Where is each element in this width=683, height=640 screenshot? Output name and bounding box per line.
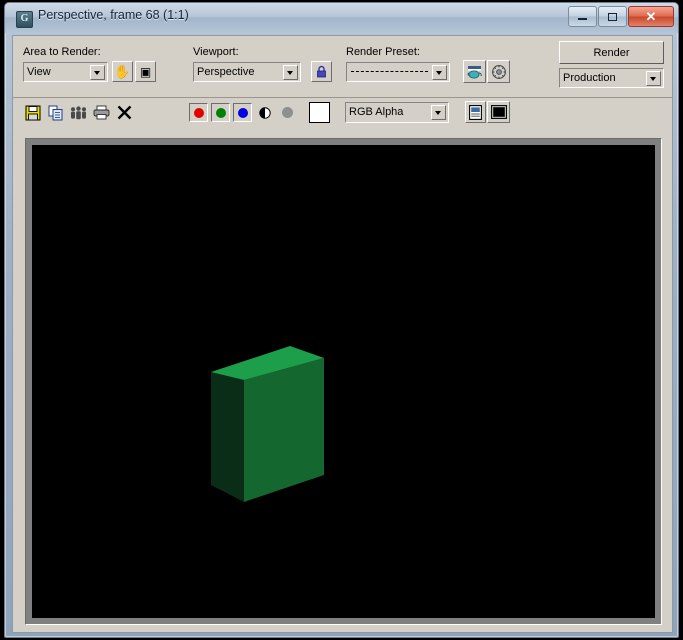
close-icon: ✕ bbox=[645, 8, 657, 24]
render-frame-window: G Perspective, frame 68 (1:1) ✕ Area to … bbox=[4, 2, 679, 638]
render-setup-button[interactable] bbox=[487, 60, 510, 83]
viewport-value: Perspective bbox=[197, 66, 255, 78]
teapot-preset-button[interactable] bbox=[463, 60, 486, 83]
copy-bitmap-button[interactable] bbox=[46, 103, 65, 122]
blue-channel-icon bbox=[237, 107, 248, 118]
toggle-ui-button[interactable] bbox=[465, 101, 486, 123]
red-channel-button[interactable] bbox=[189, 103, 208, 122]
channel-display-select[interactable]: RGB Alpha bbox=[345, 102, 449, 123]
window-controls: ✕ bbox=[567, 6, 674, 27]
window-title: Perspective, frame 68 (1:1) bbox=[38, 8, 189, 22]
chevron-down-icon[interactable] bbox=[646, 70, 661, 86]
lock-icon bbox=[317, 65, 326, 78]
monochrome-button[interactable] bbox=[278, 103, 297, 122]
pan-region-button[interactable]: ✋ bbox=[112, 61, 133, 82]
clear-bitmap-button[interactable] bbox=[115, 103, 134, 122]
area-to-render-label: Area to Render: bbox=[23, 46, 101, 58]
blue-channel-button[interactable] bbox=[233, 103, 252, 122]
auto-region-button[interactable]: ▣ bbox=[135, 61, 156, 82]
print-bitmap-button[interactable] bbox=[92, 103, 111, 122]
monochrome-icon bbox=[282, 107, 293, 118]
clone-icon bbox=[71, 105, 86, 119]
close-button[interactable]: ✕ bbox=[628, 6, 674, 27]
teapot-icon bbox=[467, 65, 482, 78]
minimize-icon bbox=[569, 7, 596, 26]
green-channel-button[interactable] bbox=[211, 103, 230, 122]
hand-region-icon: ✋ bbox=[114, 64, 131, 79]
window-title-bar[interactable]: G Perspective, frame 68 (1:1) ✕ bbox=[5, 3, 678, 33]
render-button-label: Render bbox=[593, 46, 630, 59]
clone-bitmap-button[interactable] bbox=[69, 103, 88, 122]
area-to-render-select[interactable]: View bbox=[23, 62, 108, 82]
window-client-area: Area to Render: View ✋ ▣ Viewport: Persp… bbox=[12, 35, 673, 633]
print-icon bbox=[93, 105, 110, 120]
green-channel-icon bbox=[215, 107, 226, 118]
toggle-display-icon bbox=[490, 105, 507, 119]
maximize-button[interactable] bbox=[598, 6, 627, 27]
chevron-down-icon[interactable] bbox=[431, 105, 446, 120]
3dsmax-icon: G bbox=[16, 11, 33, 28]
save-floppy-icon bbox=[25, 105, 40, 120]
viewport-select[interactable]: Perspective bbox=[193, 62, 301, 82]
clear-x-icon bbox=[117, 105, 132, 120]
rendered-scene bbox=[32, 145, 655, 618]
copy-icon bbox=[48, 105, 62, 120]
area-to-render-value: View bbox=[27, 66, 51, 78]
channel-toggle-group bbox=[189, 102, 330, 123]
render-preset-select[interactable] bbox=[346, 62, 450, 82]
alpha-channel-icon bbox=[258, 106, 271, 119]
maximize-icon bbox=[599, 7, 626, 26]
toggle-display-button[interactable] bbox=[487, 101, 510, 123]
scene-background bbox=[32, 145, 655, 618]
chevron-down-icon[interactable] bbox=[283, 64, 298, 80]
chevron-down-icon[interactable] bbox=[432, 64, 447, 80]
viewport-label: Viewport: bbox=[193, 46, 239, 58]
alpha-channel-button[interactable] bbox=[255, 103, 274, 122]
auto-region-icon: ▣ bbox=[139, 64, 152, 79]
channel-display-value: RGB Alpha bbox=[349, 107, 404, 118]
image-toolbar: RGB Alpha bbox=[13, 97, 672, 131]
render-setup-gear-icon bbox=[491, 64, 506, 79]
render-preset-label: Render Preset: bbox=[346, 46, 420, 58]
minimize-button[interactable] bbox=[568, 6, 597, 27]
render-mode-select[interactable]: Production bbox=[559, 68, 664, 88]
background-color-swatch[interactable] bbox=[309, 102, 330, 123]
toggle-ui-icon bbox=[469, 104, 482, 120]
red-channel-icon bbox=[193, 107, 204, 118]
render-preset-value bbox=[351, 71, 428, 73]
save-bitmap-button[interactable] bbox=[23, 103, 42, 122]
chevron-down-icon[interactable] bbox=[90, 64, 105, 80]
render-canvas[interactable] bbox=[32, 145, 655, 618]
render-image-frame[interactable] bbox=[25, 138, 662, 625]
render-toolbar: Area to Render: View ✋ ▣ Viewport: Persp… bbox=[13, 36, 672, 97]
viewport-lock-button[interactable] bbox=[311, 61, 332, 82]
render-button[interactable]: Render bbox=[559, 41, 664, 64]
file-action-group bbox=[23, 103, 138, 122]
desktop-background: G Perspective, frame 68 (1:1) ✕ Area to … bbox=[0, 0, 683, 640]
render-mode-value: Production bbox=[563, 72, 616, 84]
box-left-face bbox=[211, 372, 244, 502]
